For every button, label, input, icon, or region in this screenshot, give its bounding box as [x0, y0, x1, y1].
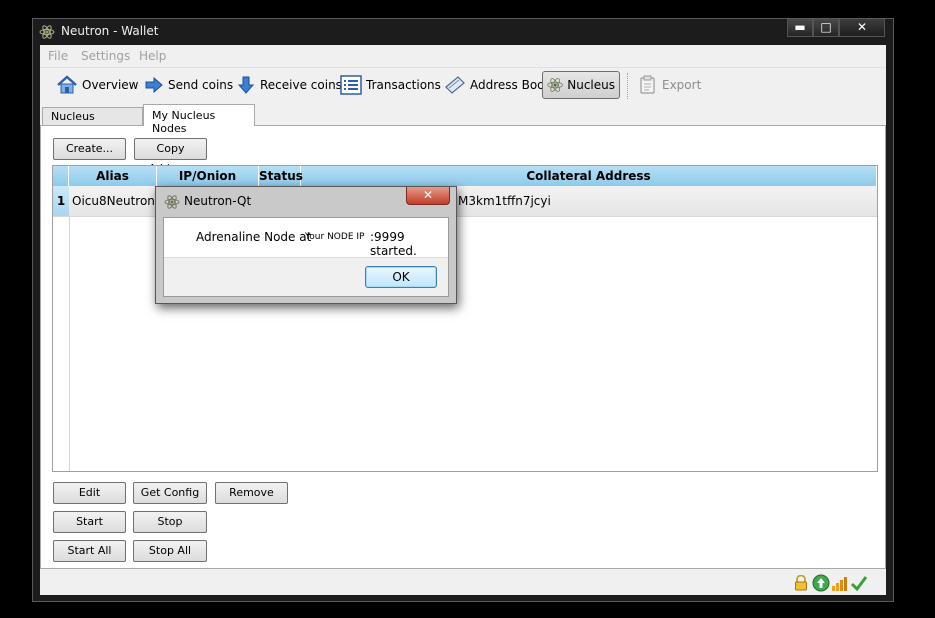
- connection-bars-icon: [832, 577, 847, 591]
- arrow-right-icon: [145, 76, 163, 94]
- dialog-close-button[interactable]: ✕: [406, 187, 450, 205]
- main-window: Neutron - Wallet ▬ □ ✕ File Settings Hel…: [32, 18, 894, 602]
- atom-icon: [547, 78, 563, 92]
- receive-coins-label: Receive coins: [260, 78, 342, 92]
- export-button[interactable]: Export: [634, 71, 705, 99]
- cell-collateral-address: M3km1tffn7jcyi: [458, 194, 551, 208]
- dialog-message-prefix: Adrenaline Node at: [196, 230, 312, 244]
- window-title: Neutron - Wallet: [61, 24, 159, 38]
- overview-button[interactable]: Overview: [52, 71, 143, 99]
- book-icon: [445, 76, 465, 94]
- start-all-button[interactable]: Start All: [53, 540, 126, 562]
- address-book-button[interactable]: Address Book: [440, 71, 555, 99]
- stop-all-button[interactable]: Stop All: [133, 540, 207, 562]
- column-collateral-address[interactable]: Collateral Address: [301, 166, 877, 186]
- minimize-button[interactable]: ▬: [787, 19, 813, 37]
- dialog-body: Adrenaline Node at Your NODE IP :9999 st…: [163, 217, 449, 297]
- toolbar: Overview Send coins Receive coins Transa…: [40, 67, 886, 104]
- send-coins-label: Send coins: [168, 78, 234, 92]
- atom-icon: [39, 25, 55, 39]
- dialog-message-area: Adrenaline Node at Your NODE IP :9999 st…: [164, 218, 448, 258]
- menu-settings[interactable]: Settings: [81, 49, 130, 63]
- toolbar-separator: [627, 73, 629, 99]
- menu-help[interactable]: Help: [139, 49, 166, 63]
- transactions-label: Transactions: [366, 78, 441, 92]
- info-dialog: Neutron-Qt ✕ Adrenaline Node at Your NOD…: [155, 186, 457, 304]
- dialog-message-suffix: :9999 started.: [370, 230, 417, 258]
- tab-my-nucleus-nodes[interactable]: My Nucleus Nodes: [143, 104, 255, 135]
- copy-address-button[interactable]: Copy Address: [134, 138, 207, 175]
- corner-header: [53, 166, 69, 186]
- tab-bar: Nucleus Network My Nucleus Nodes: [40, 103, 886, 136]
- checkmark-icon: [850, 576, 868, 592]
- arrow-down-icon: [237, 76, 255, 94]
- export-label: Export: [662, 78, 702, 92]
- edit-button[interactable]: Edit: [53, 482, 126, 504]
- list-icon: [340, 75, 362, 95]
- overview-label: Overview: [82, 78, 139, 92]
- close-button[interactable]: ✕: [839, 19, 885, 37]
- menu-file[interactable]: File: [48, 49, 68, 63]
- menu-bar: File Settings Help: [40, 45, 886, 67]
- remove-button[interactable]: Remove: [215, 482, 288, 504]
- create-button[interactable]: Create...: [53, 138, 126, 160]
- lock-icon: [795, 575, 807, 591]
- address-book-label: Address Book: [470, 78, 552, 92]
- stop-button[interactable]: Stop: [133, 511, 207, 533]
- receive-coins-button[interactable]: Receive coins: [232, 71, 346, 99]
- client-area: File Settings Help Overview Send coins R…: [40, 45, 886, 595]
- get-config-button[interactable]: Get Config: [133, 482, 207, 504]
- send-coins-button[interactable]: Send coins: [140, 71, 237, 99]
- column-alias[interactable]: Alias: [69, 166, 157, 186]
- atom-icon: [164, 195, 180, 209]
- row-header-column: [53, 186, 70, 471]
- sync-icon: [812, 574, 830, 592]
- start-button[interactable]: Start: [53, 511, 126, 533]
- house-icon: [57, 75, 77, 94]
- nucleus-label: Nucleus: [567, 78, 615, 92]
- column-ip-onion[interactable]: IP/Onion: [157, 166, 259, 186]
- transactions-button[interactable]: Transactions: [336, 71, 445, 99]
- dialog-message-ip: Your NODE IP: [305, 232, 365, 242]
- clipboard-icon: [640, 75, 655, 94]
- nucleus-button[interactable]: Nucleus: [542, 71, 620, 99]
- row-number: 1: [53, 186, 69, 216]
- maximize-button[interactable]: □: [813, 19, 839, 37]
- tab-nucleus-network[interactable]: Nucleus Network: [42, 107, 143, 136]
- cell-alias: Oicu8Neutrons: [72, 194, 162, 208]
- dialog-title: Neutron-Qt: [184, 194, 252, 208]
- status-bar: [40, 571, 886, 595]
- column-status[interactable]: Status: [259, 166, 303, 186]
- table-header: Alias IP/Onion Status Collateral Address: [53, 166, 877, 186]
- title-bar[interactable]: Neutron - Wallet ▬ □ ✕: [33, 19, 893, 45]
- ok-button[interactable]: OK: [365, 266, 437, 288]
